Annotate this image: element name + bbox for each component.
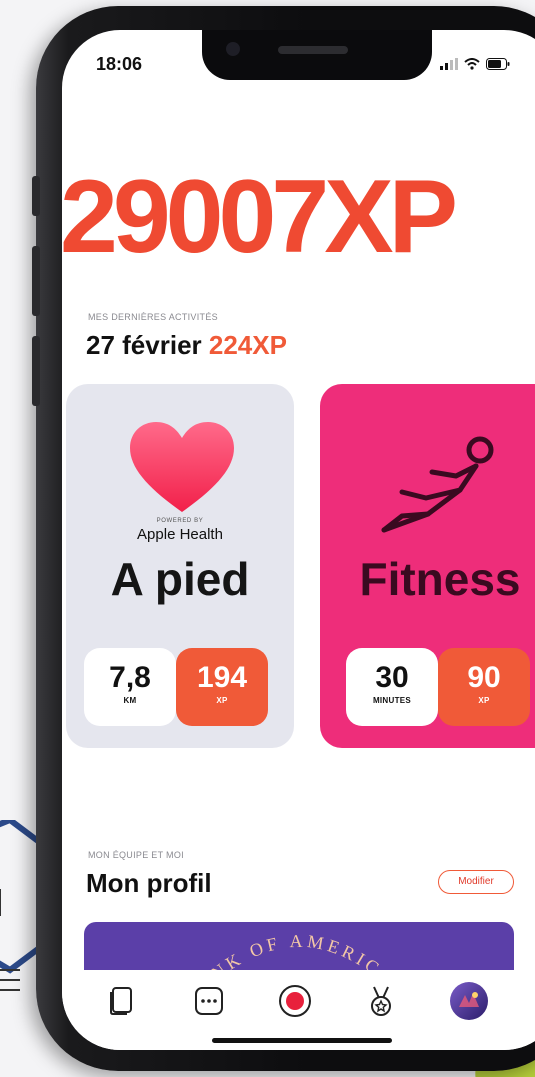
battery-icon	[486, 58, 510, 70]
walk-xp-value: 194	[196, 661, 248, 694]
volume-up-button	[32, 246, 40, 316]
scene: 18:06 29007XP MES DERNIÈRES ACTIVITÉS 27…	[0, 0, 535, 1077]
duration-value: 30	[375, 661, 409, 694]
duration-unit: MINUTES	[372, 696, 412, 705]
activity-card-fitness[interactable]: Fitness 30 MINUTES 90 XP	[320, 384, 535, 748]
tab-cards[interactable]	[98, 978, 144, 1024]
notch	[202, 30, 432, 80]
xp-total: 29007XP	[62, 159, 458, 275]
home-indicator[interactable]	[212, 1038, 392, 1043]
fitness-xp-unit: XP	[478, 696, 490, 705]
distance-stat: 7,8 KM	[84, 648, 176, 726]
modify-button[interactable]: Modifier	[438, 870, 514, 894]
tab-record[interactable]	[272, 978, 318, 1024]
team-section-label: MON ÉQUIPE ET MOI	[88, 850, 184, 860]
more-icon	[195, 987, 223, 1015]
status-icons	[440, 56, 510, 72]
walk-xp-unit: XP	[216, 696, 228, 705]
card-title-walk: A pied	[110, 553, 250, 605]
profile-title: Mon profil	[86, 868, 212, 898]
medal-icon	[371, 986, 391, 1016]
tab-rewards[interactable]	[358, 978, 404, 1024]
activity-date-line: 27 février 224XP	[86, 330, 287, 361]
distance-value: 7,8	[109, 661, 151, 694]
fitness-xp-value: 90	[467, 661, 501, 694]
mute-switch	[32, 176, 40, 216]
apple-health-label: Apple Health	[137, 526, 223, 543]
activity-date-xp: 224XP	[208, 330, 287, 360]
activity-card-walk[interactable]: POWERED BY Apple Health A pied 7,8 KM 19…	[66, 384, 294, 748]
earpiece-speaker	[278, 46, 348, 54]
cards-icon	[110, 987, 132, 1015]
volume-down-button	[32, 336, 40, 406]
status-time: 18:06	[96, 54, 143, 74]
duration-stat: 30 MINUTES	[346, 648, 438, 726]
powered-by-label: POWERED BY	[156, 518, 204, 524]
signal-icon	[440, 58, 458, 70]
distance-unit: KM	[123, 696, 137, 705]
wifi-icon	[464, 58, 480, 70]
fitness-xp-stat: 90 XP	[438, 648, 530, 726]
rowing-fitness-icon	[381, 436, 494, 533]
heart-icon	[130, 422, 234, 512]
front-camera	[226, 42, 240, 56]
app-screen: 18:06 29007XP MES DERNIÈRES ACTIVITÉS 27…	[62, 30, 535, 1050]
card-title-fitness: Fitness	[359, 553, 521, 605]
activities-section-label: MES DERNIÈRES ACTIVITÉS	[88, 312, 218, 322]
walk-xp-stat: 194 XP	[176, 648, 268, 726]
avatar-icon	[450, 982, 488, 1020]
tab-more[interactable]	[186, 978, 232, 1024]
record-icon	[279, 985, 311, 1017]
tab-profile[interactable]	[446, 978, 492, 1024]
activity-date: 27 février	[86, 330, 202, 360]
